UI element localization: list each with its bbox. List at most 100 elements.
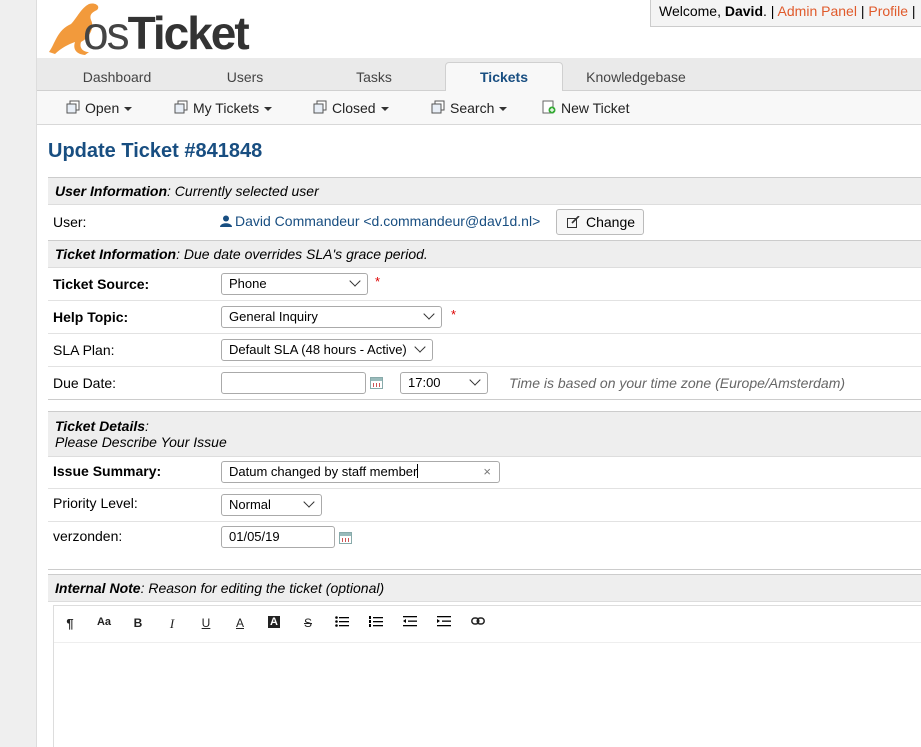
new-ticket-icon (542, 92, 556, 127)
calendar-icon[interactable] (370, 377, 383, 389)
subnav-open-label: Open (85, 100, 120, 116)
verzonden-row: verzonden: 01/05/19 (48, 522, 921, 570)
issue-summary-input[interactable]: Datum changed by staff member × (221, 461, 500, 483)
internal-note-header: Internal Note: Reason for editing the ti… (48, 574, 921, 602)
subnav-search[interactable]: Search (431, 91, 508, 127)
priority-level-label: Priority Level: (53, 495, 138, 511)
change-user-button[interactable]: Change (556, 209, 644, 235)
caret-down-icon (499, 107, 508, 112)
ticket-details-header: Ticket Details: Please Describe Your Issu… (48, 411, 921, 457)
italic-button[interactable]: I (162, 616, 182, 632)
section-title: Ticket Details (55, 418, 146, 434)
subnav-new-ticket[interactable]: New Ticket (542, 91, 629, 124)
chevron-down-icon (414, 341, 426, 353)
due-date-row: Due Date: 17:00 Time is based on your ti… (48, 367, 921, 400)
main-nav: Dashboard Users Tasks Tickets Knowledgeb… (37, 58, 921, 92)
help-topic-select[interactable]: General Inquiry (221, 306, 442, 328)
verzonden-label: verzonden: (53, 528, 123, 544)
section-title: Ticket Information (55, 246, 177, 262)
logo-ticket: Ticket (127, 7, 250, 59)
subnav-my-tickets[interactable]: My Tickets (174, 91, 273, 127)
separator: | (908, 3, 916, 19)
internal-note-editor[interactable]: ¶ Aa B I U A A S (53, 605, 921, 747)
osticket-logo[interactable]: osTicket (45, 0, 255, 59)
section-title: Internal Note (55, 580, 141, 596)
user-icon (220, 215, 232, 227)
due-date-input[interactable] (221, 372, 366, 394)
link-icon (471, 617, 485, 625)
editor-toolbar: ¶ Aa B I U A A S (54, 606, 921, 643)
tickets-icon (66, 92, 80, 127)
underline-button[interactable]: U (196, 616, 216, 630)
ticket-information-header: Ticket Information: Due date overrides S… (48, 240, 921, 268)
issue-summary-label: Issue Summary: (53, 463, 162, 479)
user-information-header: User Information: Currently selected use… (48, 177, 921, 205)
chevron-down-icon (349, 275, 361, 287)
profile-link[interactable]: Profile (868, 3, 908, 19)
sla-plan-row: SLA Plan: Default SLA (48 hours - Active… (48, 334, 921, 367)
font-color-button[interactable]: A (230, 616, 250, 630)
tab-knowledgebase[interactable]: Knowledgebase (573, 63, 699, 90)
tab-tasks[interactable]: Tasks (303, 63, 445, 90)
outdent-button[interactable] (400, 616, 420, 630)
ticket-source-value: Phone (229, 276, 267, 291)
caret-down-icon (124, 107, 133, 112)
link-button[interactable] (468, 616, 488, 629)
background-color-button[interactable]: A (264, 616, 284, 628)
required-marker: * (375, 274, 381, 289)
timezone-hint: Time is based on your time zone (Europe/… (509, 375, 846, 391)
paragraph-format-button[interactable]: ¶ (60, 616, 80, 631)
background-color-label: A (268, 616, 280, 628)
priority-level-row: Priority Level: Normal (48, 489, 921, 522)
due-time-select[interactable]: 17:00 (400, 372, 488, 394)
admin-panel-link[interactable]: Admin Panel (778, 3, 857, 19)
section-subtitle: : Reason for editing the ticket (optiona… (140, 580, 385, 596)
section-colon: : (145, 418, 149, 434)
ticket-source-select[interactable]: Phone (221, 273, 368, 295)
welcome-text: Welcome, (659, 3, 725, 19)
priority-level-select[interactable]: Normal (221, 494, 322, 516)
caret-down-icon (264, 107, 273, 112)
help-topic-value: General Inquiry (229, 309, 318, 324)
bold-button[interactable]: B (128, 616, 148, 630)
sla-plan-select[interactable]: Default SLA (48 hours - Active) (221, 339, 433, 361)
tab-tickets[interactable]: Tickets (445, 62, 563, 92)
required-marker: * (451, 307, 457, 322)
font-size-button[interactable]: Aa (94, 616, 114, 628)
sla-plan-value: Default SLA (48 hours - Active) (229, 342, 407, 357)
tickets-icon (174, 92, 188, 127)
subnav-closed[interactable]: Closed (313, 91, 389, 124)
subnav-open[interactable]: Open (66, 91, 133, 127)
list-number-icon (369, 616, 383, 627)
tab-users[interactable]: Users (187, 63, 303, 90)
tab-dashboard[interactable]: Dashboard (47, 63, 187, 90)
page-title: Update Ticket #841848 (48, 140, 263, 162)
section-subtitle: Please Describe Your Issue (55, 434, 227, 450)
verzonden-date-input[interactable]: 01/05/19 (221, 526, 335, 548)
editor-body[interactable] (54, 643, 921, 747)
logo-text: osTicket (83, 6, 250, 60)
subnav-closed-label: Closed (332, 100, 376, 116)
list-bullet-icon (335, 616, 349, 627)
ticket-source-row: Ticket Source: Phone * (48, 268, 921, 301)
chevron-down-icon (303, 496, 315, 508)
help-topic-row: Help Topic: General Inquiry * (48, 301, 921, 334)
due-time-value: 17:00 (408, 375, 441, 390)
user-label: User: (53, 214, 87, 230)
subnav-new-ticket-label: New Ticket (561, 100, 630, 116)
unordered-list-button[interactable] (332, 616, 352, 630)
selected-user-link[interactable]: David Commandeur <d.commandeur@dav1d.nl> (220, 213, 540, 229)
issue-summary-value: Datum changed by staff member (229, 464, 418, 479)
tickets-icon (431, 92, 445, 127)
help-topic-label: Help Topic: (53, 309, 129, 325)
sub-nav: Open My Tickets Closed Search New Ticket (37, 91, 921, 125)
indent-icon (437, 616, 451, 627)
user-row: User: David Commandeur <d.commandeur@dav… (48, 205, 921, 240)
ordered-list-button[interactable] (366, 616, 386, 630)
subnav-my-tickets-label: My Tickets (193, 100, 260, 116)
calendar-icon[interactable] (339, 532, 352, 544)
clear-icon[interactable]: × (483, 462, 491, 482)
strikethrough-button[interactable]: S (298, 616, 318, 630)
header: osTicket Welcome, David. | Admin Panel |… (37, 0, 921, 59)
indent-button[interactable] (434, 616, 454, 630)
